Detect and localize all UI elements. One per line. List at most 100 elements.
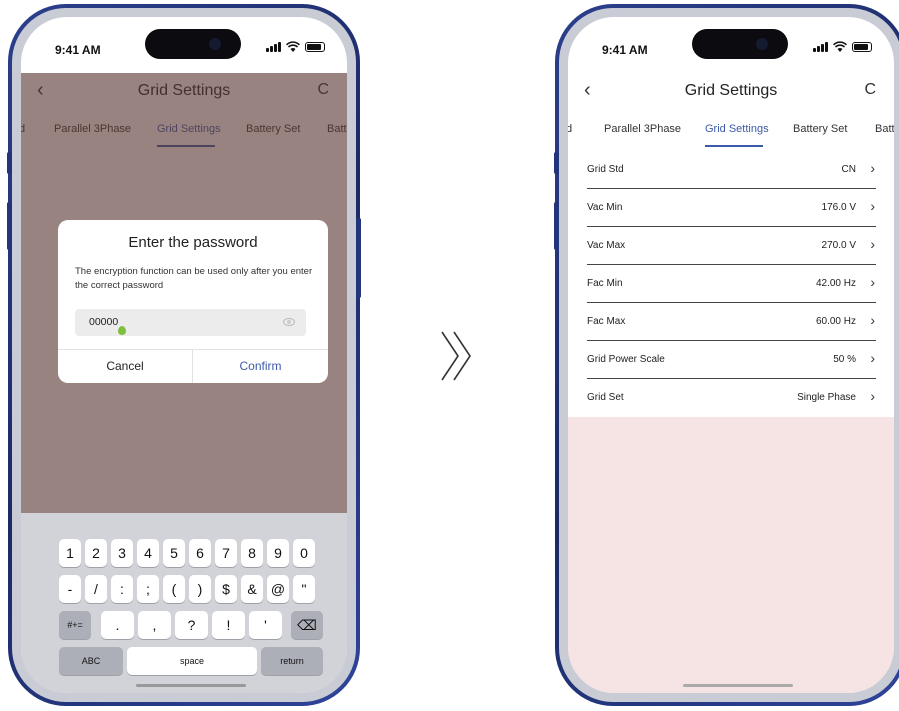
setting-label: Fac Max — [587, 316, 626, 327]
key[interactable]: 6 — [189, 539, 211, 567]
setting-row-vac-max[interactable]: Vac Max 270.0 V › — [568, 227, 894, 265]
key[interactable]: " — [293, 575, 315, 603]
setting-value: 270.0 V — [821, 240, 856, 251]
return-key[interactable]: return — [261, 647, 323, 675]
chevron-right-icon: › — [870, 274, 875, 290]
key[interactable]: ( — [163, 575, 185, 603]
signal-icon — [266, 41, 281, 52]
status-time: 9:41 AM — [55, 43, 101, 57]
setting-label: Grid Std — [587, 164, 624, 175]
setting-row-fac-max[interactable]: Fac Max 60.00 Hz › — [568, 303, 894, 341]
left-screen: 9:41 AM ‹ Grid Settings C d Parallel 3Ph… — [21, 17, 347, 693]
tab-partial-right[interactable]: Batt — [875, 123, 894, 135]
dialog-title: Enter the password — [128, 234, 258, 251]
camera-icon — [756, 38, 768, 50]
abc-key[interactable]: ABC — [59, 647, 123, 675]
setting-row-grid-std[interactable]: Grid Std CN › — [568, 151, 894, 189]
delete-icon[interactable]: ⌫ — [291, 611, 323, 639]
key[interactable]: 1 — [59, 539, 81, 567]
key[interactable]: - — [59, 575, 81, 603]
phone-side-button — [7, 202, 12, 250]
tab-battery-set[interactable]: Battery Set — [793, 123, 847, 135]
tab-active-indicator — [705, 145, 763, 147]
key[interactable]: & — [241, 575, 263, 603]
refresh-icon[interactable]: C — [864, 81, 876, 99]
setting-label: Grid Power Scale — [587, 354, 665, 365]
key[interactable]: / — [85, 575, 107, 603]
dialog-message: The encryption function can be used only… — [75, 266, 313, 291]
key[interactable]: ) — [189, 575, 211, 603]
confirm-button[interactable]: Confirm — [193, 349, 328, 383]
key[interactable]: 2 — [85, 539, 107, 567]
key[interactable]: @ — [267, 575, 289, 603]
password-input[interactable]: 00000 — [75, 309, 306, 336]
setting-value: CN — [841, 164, 856, 175]
key[interactable]: 7 — [215, 539, 237, 567]
phone-side-button — [7, 152, 12, 174]
setting-label: Vac Max — [587, 240, 626, 251]
key[interactable]: . — [101, 611, 134, 639]
key[interactable]: 8 — [241, 539, 263, 567]
key[interactable]: : — [111, 575, 133, 603]
key[interactable]: 3 — [111, 539, 133, 567]
navbar: ‹ Grid Settings C — [568, 73, 894, 109]
text-cursor-handle[interactable] — [118, 326, 126, 335]
key[interactable]: $ — [215, 575, 237, 603]
key[interactable]: ! — [212, 611, 245, 639]
phone-side-button — [554, 152, 559, 174]
tab-parallel-3phase[interactable]: Parallel 3Phase — [604, 123, 681, 135]
phone-right: 9:41 AM ‹ Grid Settings C d Parallel 3Ph… — [554, 4, 899, 706]
setting-label: Fac Min — [587, 278, 623, 289]
setting-label: Grid Set — [587, 392, 624, 403]
key[interactable]: ? — [175, 611, 208, 639]
phone-side-button — [356, 218, 361, 298]
setting-row-grid-set[interactable]: Grid Set Single Phase › — [568, 379, 894, 417]
keyboard-row-digits: 1 2 3 4 5 6 7 8 9 0 — [21, 539, 347, 567]
symbols-toggle-key[interactable]: #+= — [59, 611, 91, 639]
key[interactable]: , — [138, 611, 171, 639]
key[interactable]: 9 — [267, 539, 289, 567]
setting-row-grid-power-scale[interactable]: Grid Power Scale 50 % › — [568, 341, 894, 379]
phone-side-button — [554, 202, 559, 250]
status-bar: 9:41 AM — [21, 17, 347, 73]
chevron-right-icon: › — [870, 160, 875, 176]
space-key[interactable]: space — [127, 647, 257, 675]
status-bar: 9:41 AM — [568, 17, 894, 73]
signal-icon — [813, 41, 828, 52]
cancel-button[interactable]: Cancel — [58, 349, 192, 383]
setting-value: 50 % — [833, 354, 856, 365]
status-icons — [813, 41, 872, 52]
wifi-icon — [286, 41, 300, 52]
chevron-right-icon: › — [870, 312, 875, 328]
keyboard-row-punctuation: #+= . , ? ! ' ⌫ — [21, 611, 347, 639]
status-time: 9:41 AM — [602, 43, 648, 57]
setting-value: 176.0 V — [821, 202, 856, 213]
home-indicator[interactable] — [683, 684, 793, 687]
setting-label: Vac Min — [587, 202, 623, 213]
key[interactable]: 5 — [163, 539, 185, 567]
home-indicator[interactable] — [136, 684, 246, 687]
tab-partial-left[interactable]: d — [568, 123, 572, 135]
dynamic-island — [145, 29, 241, 59]
tab-bar: d Parallel 3Phase Grid Settings Battery … — [568, 109, 894, 151]
setting-row-fac-min[interactable]: Fac Min 42.00 Hz › — [568, 265, 894, 303]
key[interactable]: 0 — [293, 539, 315, 567]
double-chevron-right-icon — [441, 331, 471, 381]
setting-value: 42.00 Hz — [815, 278, 856, 289]
camera-icon — [209, 38, 221, 50]
password-value: 00000 — [89, 316, 119, 328]
right-screen: 9:41 AM ‹ Grid Settings C d Parallel 3Ph… — [568, 17, 894, 693]
tab-grid-settings[interactable]: Grid Settings — [705, 123, 769, 135]
chevron-right-icon: › — [870, 236, 875, 252]
chevron-right-icon: › — [870, 350, 875, 366]
setting-row-vac-min[interactable]: Vac Min 176.0 V › — [568, 189, 894, 227]
setting-value: 60.00 Hz — [815, 316, 856, 327]
key[interactable]: ; — [137, 575, 159, 603]
keyboard-row-bottom: ABC space return — [21, 647, 347, 675]
key[interactable]: 4 — [137, 539, 159, 567]
page-title: Grid Settings — [684, 82, 778, 99]
dynamic-island — [692, 29, 788, 59]
eye-icon[interactable] — [283, 318, 295, 326]
key[interactable]: ' — [249, 611, 282, 639]
battery-icon — [852, 41, 872, 52]
